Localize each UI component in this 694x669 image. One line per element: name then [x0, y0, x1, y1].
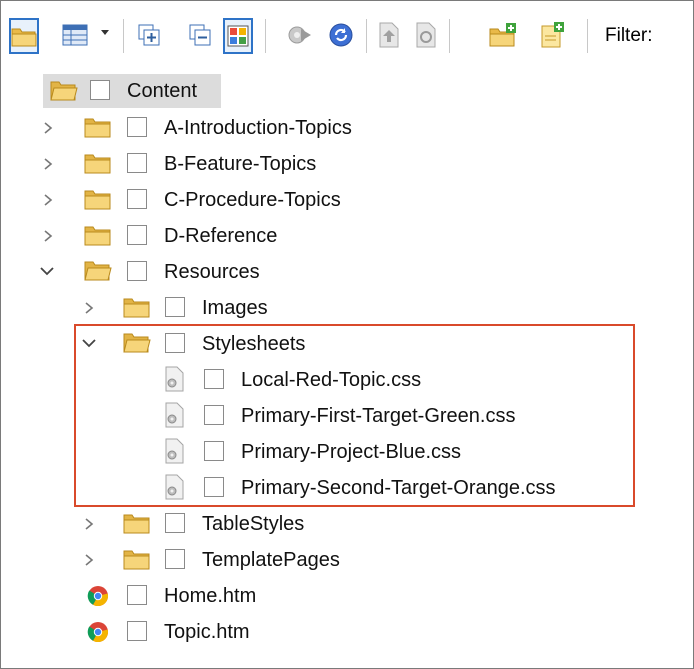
tree-label: Topic.htm [164, 621, 250, 643]
tree-checkbox[interactable] [127, 225, 147, 245]
content-explorer-panel: Filter: Content A-Introduction-Topics B-… [0, 0, 694, 669]
new-folder-icon [489, 23, 516, 47]
open-folder-icon [84, 261, 112, 281]
tree-checkbox[interactable] [165, 513, 185, 533]
chevron-down-icon[interactable] [39, 265, 55, 277]
expand-all-icon [138, 24, 160, 46]
new-file-icon [541, 22, 564, 48]
table-layout-icon [62, 24, 88, 46]
tree-checkbox[interactable] [165, 549, 185, 569]
folder-icon [123, 514, 150, 534]
tree-label: D-Reference [164, 225, 278, 247]
tree-label: A-Introduction-Topics [164, 117, 352, 139]
toolbar-separator [587, 19, 588, 53]
toolbar-separator [265, 19, 266, 53]
tree-checkbox[interactable] [127, 153, 147, 173]
folder-icon [84, 190, 111, 210]
toolbar-separator [123, 19, 124, 53]
document-edit-icon [416, 22, 436, 48]
chevron-right-icon[interactable] [42, 121, 54, 135]
new-folder-button[interactable] [489, 21, 517, 49]
tree-checkbox[interactable] [127, 261, 147, 281]
folder-icon [84, 154, 111, 174]
gear-action-button[interactable] [286, 21, 314, 49]
color-grid-icon [227, 25, 249, 47]
view-layout-button[interactable] [61, 21, 89, 49]
chevron-right-icon[interactable] [42, 229, 54, 243]
folder-icon [11, 28, 37, 47]
tree-label-content: Content [127, 80, 198, 102]
document-up-icon [379, 22, 399, 48]
tree-checkbox[interactable] [127, 189, 147, 209]
browser-icon [87, 586, 109, 607]
tree-checkbox-content[interactable] [90, 80, 110, 100]
open-folder-icon [50, 81, 78, 101]
refresh-button[interactable] [327, 21, 355, 49]
toolbar: Filter: [1, 1, 693, 77]
folder-icon [84, 118, 111, 138]
chevron-right-icon[interactable] [42, 157, 54, 171]
collapse-all-icon [189, 24, 211, 46]
tree-checkbox[interactable] [127, 585, 147, 605]
collapse-all-button[interactable] [186, 21, 214, 49]
gear-icon [288, 26, 311, 44]
tree-label: Resources [164, 261, 260, 283]
tree-label: Home.htm [164, 585, 257, 607]
refresh-icon [329, 23, 353, 47]
color-grid-button[interactable] [223, 18, 253, 54]
folder-icon [84, 226, 111, 246]
chevron-down-icon[interactable] [101, 30, 109, 35]
highlight-box [74, 324, 635, 507]
tree-label: B-Feature-Topics [164, 153, 317, 175]
chevron-right-icon[interactable] [83, 553, 95, 567]
toolbar-separator [449, 19, 450, 53]
chevron-right-icon[interactable] [42, 193, 54, 207]
tree-label: Images [202, 297, 268, 319]
new-file-button[interactable] [538, 21, 566, 49]
document-up-button[interactable] [375, 21, 403, 49]
document-edit-button[interactable] [412, 21, 440, 49]
filter-label: Filter: [605, 25, 653, 46]
tree-label: TableStyles [202, 513, 305, 535]
expand-all-button[interactable] [135, 21, 163, 49]
tree-checkbox[interactable] [127, 117, 147, 137]
open-folder-button[interactable] [9, 18, 39, 54]
browser-icon [87, 622, 109, 643]
tree-checkbox[interactable] [165, 297, 185, 317]
folder-icon [123, 298, 150, 318]
chevron-right-icon[interactable] [83, 301, 95, 315]
tree-label: TemplatePages [202, 549, 340, 571]
chevron-right-icon[interactable] [83, 517, 95, 531]
folder-icon [123, 550, 150, 570]
toolbar-separator [366, 19, 367, 53]
tree-checkbox[interactable] [127, 621, 147, 641]
tree-label: C-Procedure-Topics [164, 189, 341, 211]
